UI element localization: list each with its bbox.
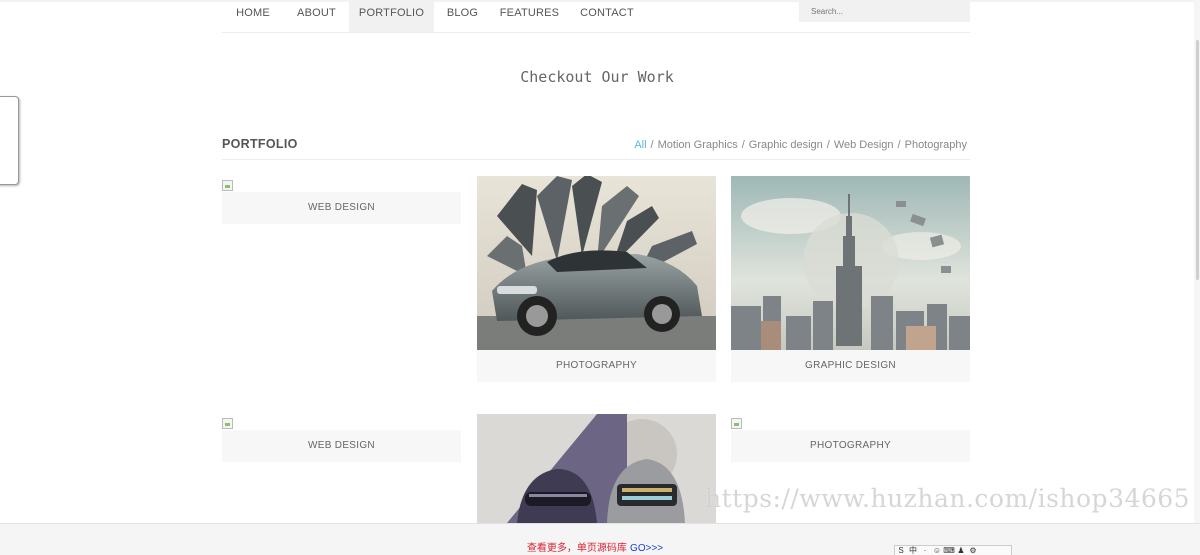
filter-all[interactable]: All [634, 139, 646, 151]
nav-about[interactable]: ABOUT [284, 0, 349, 32]
nav-features[interactable]: FEATURES [491, 0, 568, 32]
footer-go-link[interactable]: GO>>> [630, 543, 663, 554]
portfolio-item-caption: WEB DESIGN [222, 192, 461, 224]
portfolio-item-caption: PHOTOGRAPHY [731, 430, 970, 462]
filter-separator: / [650, 139, 654, 151]
portfolio-item[interactable]: WEB DESIGN [222, 192, 461, 224]
filter-separator: / [826, 139, 830, 151]
scrollbar-thumb[interactable] [1196, 40, 1199, 280]
search-input[interactable] [799, 2, 970, 22]
portfolio-item[interactable]: WEB DESIGN [222, 430, 461, 462]
portfolio-title: PORTFOLIO [222, 137, 298, 151]
side-panel-tab[interactable] [0, 96, 19, 185]
portfolio-image-skyscraper[interactable] [731, 176, 970, 350]
nav-home[interactable]: HOME [222, 0, 284, 32]
broken-image-icon[interactable] [222, 418, 233, 429]
portfolio-image-car[interactable] [477, 176, 716, 350]
portfolio-item-caption: WEB DESIGN [222, 430, 461, 462]
footer-bar: 查看更多，单页源码库 GO>>> [0, 523, 1200, 555]
broken-image-icon[interactable] [222, 180, 233, 191]
nav-blog[interactable]: BLOG [434, 0, 491, 32]
filter-motion-graphics[interactable]: Motion Graphics [658, 139, 738, 151]
filter-separator: / [897, 139, 901, 151]
portfolio-item-caption: PHOTOGRAPHY [477, 350, 716, 382]
filter-photography[interactable]: Photography [905, 139, 967, 151]
section-divider [222, 159, 970, 160]
nav-portfolio[interactable]: PORTFOLIO [349, 0, 434, 32]
portfolio-image-helmets[interactable] [477, 414, 716, 523]
portfolio-item[interactable]: GRAPHIC DESIGN [731, 350, 970, 382]
portfolio-item[interactable]: PHOTOGRAPHY [477, 350, 716, 382]
filter-separator: / [741, 139, 745, 151]
page-headline: Checkout Our Work [520, 68, 674, 86]
broken-image-icon[interactable] [731, 418, 742, 429]
footer-text: 查看更多，单页源码库 [526, 543, 627, 554]
filter-web-design[interactable]: Web Design [834, 139, 894, 151]
filter-graphic-design[interactable]: Graphic design [749, 139, 823, 151]
portfolio-item[interactable]: PHOTOGRAPHY [731, 430, 970, 462]
nav-contact[interactable]: CONTACT [568, 0, 646, 32]
scrollbar[interactable] [1194, 0, 1200, 554]
watermark-url: https://www.huzhan.com/ishop34665 [705, 484, 1191, 513]
portfolio-item-caption: GRAPHIC DESIGN [731, 350, 970, 382]
portfolio-filters: All / Motion Graphics / Graphic design / Web D… [634, 139, 967, 151]
